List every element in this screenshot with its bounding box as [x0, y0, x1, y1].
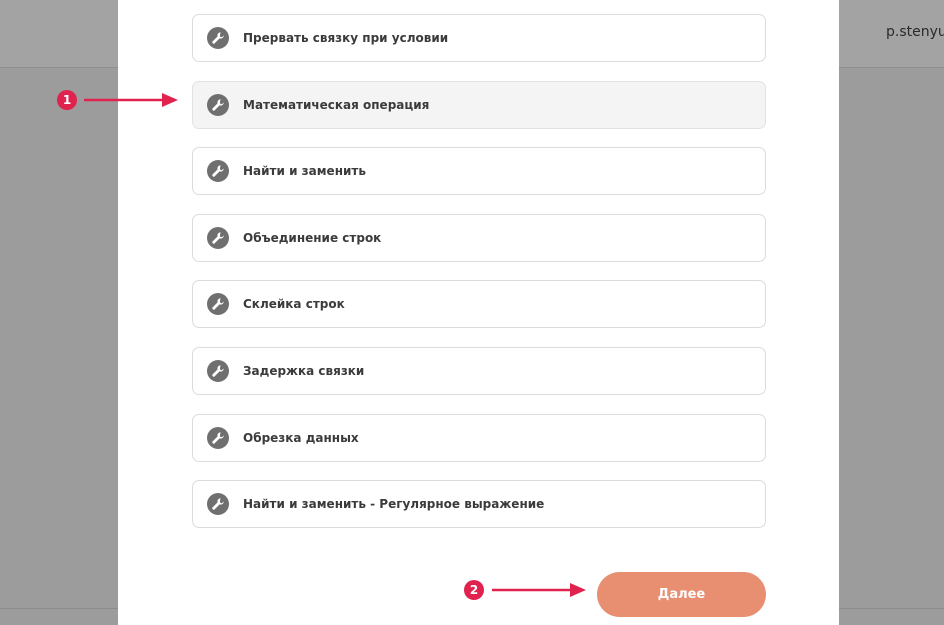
action-select-modal: Прервать связку при условии Математическ…: [118, 0, 839, 625]
option-label: Прервать связку при условии: [243, 31, 449, 45]
wrench-icon: [207, 493, 229, 516]
wrench-icon: [207, 160, 229, 183]
wrench-icon: [207, 226, 229, 249]
wrench-icon: [207, 293, 229, 316]
next-button[interactable]: Далее: [597, 572, 766, 617]
annotation-arrow-2: [492, 583, 586, 597]
annotation-marker-2: 2: [464, 580, 484, 600]
option-trim-data[interactable]: Обрезка данных: [192, 413, 766, 462]
option-join-strings[interactable]: Объединение строк: [192, 213, 766, 262]
option-label: Склейка строк: [243, 297, 345, 312]
option-find-replace-regex[interactable]: Найти и заменить - Регулярное выражение: [192, 480, 766, 529]
option-label: Найти и заменить: [243, 164, 366, 179]
wrench-icon: [207, 426, 229, 449]
option-label: Обрезка данных: [243, 430, 359, 445]
header-username: p.stenyus: [886, 24, 944, 40]
option-math-operation[interactable]: Математическая операция: [192, 80, 766, 129]
action-option-list: Прервать связку при условии Математическ…: [192, 14, 766, 547]
option-label: Найти и заменить - Регулярное выражение: [243, 497, 545, 512]
option-label: Математическая операция: [243, 97, 430, 112]
option-break-chain[interactable]: Прервать связку при условии: [192, 14, 766, 62]
wrench-icon: [207, 27, 229, 49]
option-chain-delay[interactable]: Задержка связки: [192, 346, 766, 395]
option-label: Объединение строк: [243, 230, 382, 245]
annotation-marker-1: 1: [57, 90, 77, 110]
option-find-replace[interactable]: Найти и заменить: [192, 147, 766, 196]
wrench-icon: [207, 93, 229, 116]
wrench-icon: [207, 359, 229, 382]
option-concat-strings[interactable]: Склейка строк: [192, 280, 766, 329]
annotation-arrow-1: [84, 93, 178, 107]
option-label: Задержка связки: [243, 363, 365, 378]
